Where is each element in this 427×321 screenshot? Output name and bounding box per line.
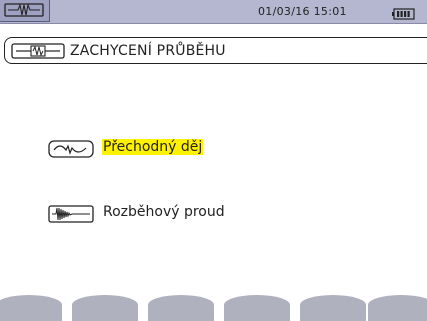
transient-icon — [48, 139, 94, 163]
waveform-capture-icon — [4, 3, 44, 17]
status-bar: 01/03/16 15:01 — [0, 0, 427, 24]
title-bar: ZACHYCENÍ PRŮBĚHU — [4, 37, 427, 64]
function-key-2[interactable] — [72, 295, 138, 321]
inrush-current-icon — [48, 204, 94, 228]
function-key-1[interactable] — [0, 295, 62, 321]
function-key-5[interactable] — [300, 295, 366, 321]
menu-item-label: Rozběhový proud — [103, 204, 225, 220]
battery-full-icon — [392, 5, 416, 24]
device-screen: 01/03/16 15:01 ZACHYCENÍ PRŮBĚHU Přechod… — [0, 0, 427, 321]
function-key-6[interactable] — [368, 295, 427, 321]
page-title: ZACHYCENÍ PRŮBĚHU — [70, 43, 226, 59]
menu-item-label: Přechodný děj — [102, 139, 204, 155]
waveform-capture-icon — [11, 41, 65, 65]
datetime-display: 01/03/16 15:01 — [258, 5, 347, 18]
function-key-3[interactable] — [148, 295, 214, 321]
mode-tab[interactable] — [0, 0, 50, 22]
function-key-4[interactable] — [224, 295, 290, 321]
